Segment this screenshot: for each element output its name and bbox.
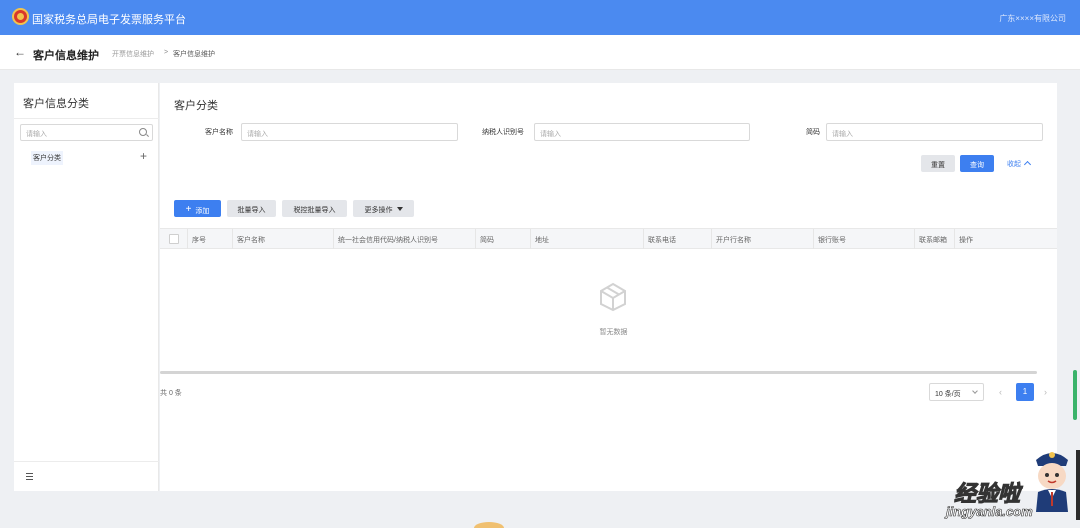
tax-emblem-logo xyxy=(12,8,29,25)
select-all-cell xyxy=(160,229,188,249)
tree-item-label[interactable]: 客户分类 xyxy=(31,151,63,165)
column-header: 操作 xyxy=(959,237,973,244)
total-count: 共 0 条 xyxy=(160,390,182,397)
horizontal-scrollbar[interactable] xyxy=(160,371,1037,374)
menu-toggle-icon[interactable] xyxy=(26,473,33,480)
plus-icon: + xyxy=(185,204,192,215)
watermark-url: jingyanla.com xyxy=(946,504,1033,520)
column-header: 联系邮箱 xyxy=(915,229,955,249)
page-number-button[interactable]: 1 xyxy=(1016,383,1034,401)
input-placeholder: 请输入 xyxy=(832,131,853,138)
page-scrollbar[interactable] xyxy=(1073,370,1077,420)
short-code-input[interactable]: 请输入 xyxy=(826,123,1043,141)
empty-state-text: 暂无数据 xyxy=(599,329,628,336)
more-actions-label: 更多操作 xyxy=(364,207,393,214)
collapse-link[interactable]: 收起 xyxy=(1007,159,1032,169)
search-placeholder: 请输入 xyxy=(26,131,47,138)
page-header: ← 客户信息维护 开票信息维护 > 客户信息维护 xyxy=(0,35,1080,70)
query-button[interactable]: 查询 xyxy=(960,155,994,172)
page-size-value: 10 条/页 xyxy=(935,391,961,398)
edge-strip xyxy=(1076,450,1080,520)
page-size-select[interactable]: 10 条/页 xyxy=(929,383,984,401)
batch-import-button[interactable]: 批量导入 xyxy=(227,200,276,217)
tax-id-label: 纳税人识别号 xyxy=(482,129,524,136)
column-header: 地址 xyxy=(531,229,644,249)
add-button[interactable]: + 添加 xyxy=(174,200,221,217)
prev-page-button[interactable]: ‹ xyxy=(999,387,1002,397)
add-category-icon[interactable]: + xyxy=(140,149,147,163)
main-panel: 客户分类 客户名称 请输入 纳税人识别号 请输入 简码 请输入 重置 查询 收起… xyxy=(160,83,1057,491)
column-header: 银行账号 xyxy=(814,229,915,249)
column-header: 客户名称 xyxy=(233,229,334,249)
column-header: 简码 xyxy=(476,229,531,249)
breadcrumb-separator: > xyxy=(164,49,169,56)
tax-control-batch-import-button[interactable]: 税控批量导入 xyxy=(282,200,347,217)
sidebar-title: 客户信息分类 xyxy=(23,98,89,110)
reset-button[interactable]: 重置 xyxy=(921,155,955,172)
page-title: 客户信息维护 xyxy=(33,50,99,62)
company-name[interactable]: 广东××××有限公司 xyxy=(999,13,1066,24)
chevron-down-icon xyxy=(972,388,978,394)
breadcrumb-current: 客户信息维护 xyxy=(173,51,215,58)
category-sidebar: 客户信息分类 请输入 客户分类 + xyxy=(14,83,159,491)
column-header: 开户行名称 xyxy=(712,229,814,249)
next-page-button[interactable]: › xyxy=(1044,387,1047,397)
column-header: 联系电话 xyxy=(644,229,712,249)
collapse-label: 收起 xyxy=(1007,161,1021,168)
short-code-label: 简码 xyxy=(806,129,820,136)
section-title: 客户分类 xyxy=(174,100,218,112)
column-header: 序号 xyxy=(188,229,233,249)
back-arrow-icon[interactable]: ← xyxy=(14,45,26,59)
tree-item-customer-category[interactable]: 客户分类 + xyxy=(31,149,147,165)
app-title: 国家税务总局电子发票服务平台 xyxy=(32,14,186,26)
input-placeholder: 请输入 xyxy=(540,131,561,138)
table-header: 序号 客户名称 统一社会信用代码/纳税人识别号 简码 地址 联系电话 开户行名称… xyxy=(160,228,1057,249)
divider xyxy=(14,461,159,462)
bottom-decoration xyxy=(474,522,504,528)
chevron-up-icon xyxy=(1023,160,1032,169)
empty-box-icon xyxy=(600,282,626,312)
column-header: 统一社会信用代码/纳税人识别号 xyxy=(334,229,476,249)
top-header: 国家税务总局电子发票服务平台 广东××××有限公司 xyxy=(0,0,1080,35)
search-icon[interactable] xyxy=(139,128,147,136)
breadcrumb-invoice-info[interactable]: 开票信息维护 xyxy=(112,49,154,59)
tax-id-input[interactable]: 请输入 xyxy=(534,123,750,141)
add-label: 添加 xyxy=(195,208,210,215)
customer-name-label: 客户名称 xyxy=(205,129,233,136)
customer-name-input[interactable]: 请输入 xyxy=(241,123,458,141)
input-placeholder: 请输入 xyxy=(247,131,268,138)
category-search-input[interactable]: 请输入 xyxy=(20,124,153,141)
select-all-checkbox[interactable] xyxy=(169,234,179,244)
mascot-icon xyxy=(1036,452,1068,512)
divider xyxy=(14,118,159,119)
caret-down-icon xyxy=(396,207,403,211)
more-actions-dropdown[interactable]: 更多操作 xyxy=(353,200,414,217)
